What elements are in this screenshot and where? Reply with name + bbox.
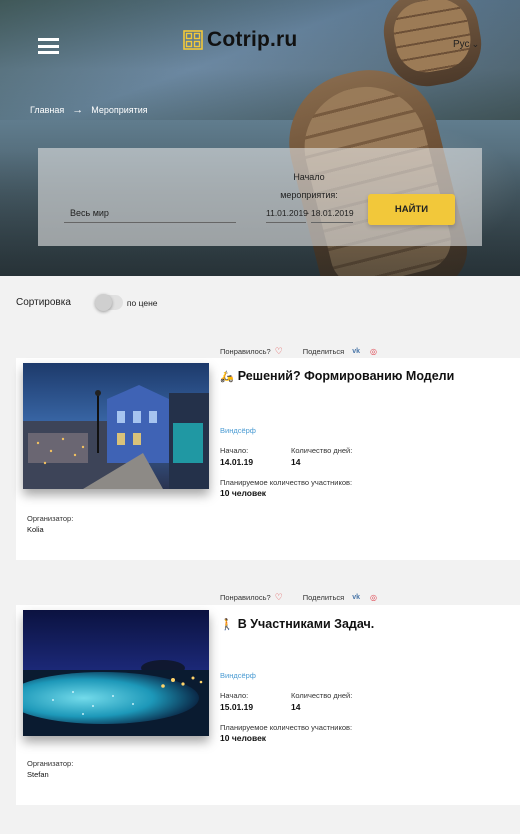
logo-text: Cotrip.ru xyxy=(207,28,298,51)
start-value: 14.01.19 xyxy=(220,457,254,467)
event-card[interactable]: 🚶 В Участниками Задач. Виндсёрф Начало: … xyxy=(16,605,520,805)
menu-icon[interactable] xyxy=(38,38,59,54)
hero-banner: Cotrip.ru Рус ⌄ Главная → Мероприятия Ве… xyxy=(0,0,520,276)
chevron-down-icon: ⌄ xyxy=(471,39,480,49)
participants-label: Планируемое количество участников: xyxy=(220,723,353,732)
breadcrumb-home[interactable]: Главная xyxy=(30,105,64,115)
arrow-right-icon: → xyxy=(72,104,84,116)
event-image[interactable] xyxy=(23,363,209,489)
days-label: Количество дней: xyxy=(291,446,353,455)
location-field[interactable]: Весь мир xyxy=(64,206,236,223)
participants-label: Планируемое количество участников: xyxy=(220,478,353,487)
start-value: 15.01.19 xyxy=(220,702,254,712)
participants-value: 10 человек xyxy=(220,733,267,743)
event-image[interactable] xyxy=(23,610,209,736)
organizer-value[interactable]: Stefan xyxy=(27,770,49,779)
sort-price-toggle[interactable] xyxy=(94,293,123,311)
scooter-icon: 🛵 xyxy=(220,370,234,383)
organizer-value[interactable]: Kolia xyxy=(27,525,44,534)
language-select[interactable]: Рус ⌄ xyxy=(453,39,479,50)
find-button[interactable]: НАЙТИ xyxy=(368,194,455,225)
logo[interactable]: Cotrip.ru xyxy=(183,28,297,52)
vk-icon[interactable]: vk xyxy=(352,594,360,601)
instagram-icon[interactable]: ◎ xyxy=(370,593,377,602)
language-label: Рус xyxy=(453,39,470,50)
hiking-icon: 🚶 xyxy=(220,618,234,631)
share-bar: Понравилось? ♡ Поделиться vk ◎ xyxy=(220,592,377,603)
event-title[interactable]: 🛵 Решений? Формированию Модели xyxy=(220,369,454,383)
vk-icon[interactable]: vk xyxy=(352,348,360,355)
heart-icon[interactable]: ♡ xyxy=(275,346,283,357)
date-to-field[interactable]: 18.01.2019 xyxy=(311,206,354,223)
share-bar: Понравилось? ♡ Поделиться vk ◎ xyxy=(220,346,377,357)
instagram-icon[interactable]: ◎ xyxy=(370,347,377,356)
heart-icon[interactable]: ♡ xyxy=(275,592,283,603)
organizer-label: Организатор: xyxy=(27,514,74,523)
sort-bar: Сортировка по цене xyxy=(16,293,158,311)
date-caption: Начало мероприятия: xyxy=(280,172,338,200)
start-label: Начало: xyxy=(220,446,249,455)
logo-icon xyxy=(183,30,203,50)
event-category[interactable]: Виндсёрф xyxy=(220,426,256,435)
breadcrumb: Главная → Мероприятия xyxy=(30,104,148,116)
search-panel: Весь мир Начало мероприятия: 11.01.2019 … xyxy=(38,148,482,246)
event-card[interactable]: 🛵 Решений? Формированию Модели Виндсёрф … xyxy=(16,358,520,560)
sort-label: Сортировка xyxy=(16,297,71,308)
start-label: Начало: xyxy=(220,691,249,700)
event-category[interactable]: Виндсёрф xyxy=(220,671,256,680)
date-from-field[interactable]: 11.01.2019 xyxy=(266,206,308,223)
days-value: 14 xyxy=(291,702,301,712)
organizer-label: Организатор: xyxy=(27,759,74,768)
days-label: Количество дней: xyxy=(291,691,353,700)
breadcrumb-current: Мероприятия xyxy=(91,105,148,115)
participants-value: 10 человек xyxy=(220,488,267,498)
days-value: 14 xyxy=(291,457,301,467)
event-title[interactable]: 🚶 В Участниками Задач. xyxy=(220,617,374,631)
sort-price-label: по цене xyxy=(126,297,158,308)
